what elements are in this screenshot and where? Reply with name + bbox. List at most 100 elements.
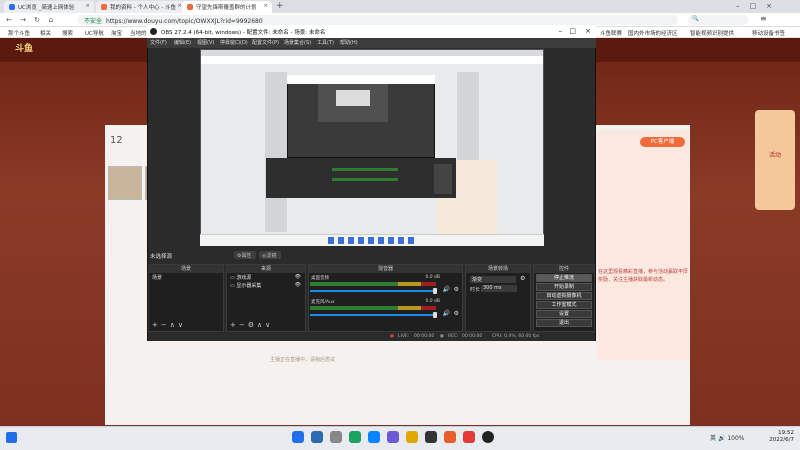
reload-icon[interactable]: ↻	[32, 15, 42, 25]
minimize-icon[interactable]: –	[559, 27, 563, 35]
duration-input[interactable]: 300 ms	[481, 285, 517, 292]
captured-taskbar	[200, 234, 544, 246]
bookmark-item[interactable]: 相关	[40, 29, 51, 37]
menu-view[interactable]: 视图(V)	[197, 39, 214, 46]
maximize-icon[interactable]: □	[569, 27, 576, 35]
pc-client-button[interactable]: PC客户端	[640, 137, 685, 147]
url-input[interactable]: 不安全 https://www.douyu.com/topic/OWXXJL?ri…	[78, 15, 678, 25]
captured-obs-titlebar	[287, 75, 435, 84]
language-indicator[interactable]: 英	[710, 435, 716, 442]
bookmark-item[interactable]: 当地的	[130, 29, 147, 37]
site-logo[interactable]: 斗鱼	[15, 41, 135, 61]
exit-button[interactable]: 退出	[536, 319, 592, 327]
steam-app-icon[interactable]	[425, 431, 437, 443]
mixer-track-name: 桌面音频	[311, 276, 329, 281]
browser-app-icon[interactable]	[368, 431, 380, 443]
page-footnote: 主播正在直播中，请稍后尝试	[270, 357, 336, 363]
browser-tab[interactable]: 我的资料 - 个人中心 - 斗鱼 ×	[96, 1, 186, 13]
volume-slider[interactable]	[310, 290, 436, 292]
gear-icon[interactable]: ⚙	[454, 286, 459, 293]
search-box[interactable]: 🔍	[688, 15, 748, 25]
back-arrow-icon[interactable]: ←	[4, 15, 14, 25]
bookmark-item[interactable]: 移动设备书签	[752, 29, 785, 37]
menu-edit[interactable]: 编辑(E)	[174, 39, 191, 46]
menu-scene-collection[interactable]: 场景集合(S)	[284, 39, 311, 46]
volume-icon[interactable]: 🔊	[718, 435, 725, 442]
menu-help[interactable]: 帮助(H)	[340, 39, 358, 46]
visibility-icon[interactable]: 👁	[295, 274, 301, 280]
counter-value: 12	[110, 135, 123, 146]
tab-close-icon[interactable]: ×	[263, 3, 268, 9]
bookmark-item[interactable]: 淘宝	[111, 29, 122, 37]
captured-nested-preview	[318, 84, 388, 122]
start-recording-button[interactable]: 开始录制	[536, 283, 592, 291]
thumbnail-image[interactable]	[108, 166, 142, 200]
tab-close-icon[interactable]: ×	[85, 3, 90, 9]
transition-select[interactable]: 渐变	[470, 276, 516, 283]
gear-icon[interactable]: ⚙	[454, 310, 459, 317]
bookmark-item[interactable]: 斗鱼联赛	[600, 29, 622, 37]
menu-icon[interactable]: ≡	[760, 14, 767, 23]
new-tab-button[interactable]: +	[276, 1, 284, 11]
studio-mode-button[interactable]: 工作室模式	[536, 301, 592, 309]
browser-tab[interactable]: UC浏览 _简速上网体验 ×	[4, 1, 94, 13]
promo-banner[interactable]: 活动	[755, 110, 795, 210]
volume-slider[interactable]	[310, 314, 436, 316]
virtual-camera-button[interactable]: 启动虚拟摄像机	[536, 292, 592, 300]
edge-browser-icon[interactable]	[349, 431, 361, 443]
game-app-icon[interactable]	[463, 431, 475, 443]
home-icon[interactable]: ⌂	[46, 15, 56, 25]
task-view-icon[interactable]	[330, 431, 342, 443]
speaker-icon[interactable]: 🔊	[443, 286, 450, 293]
properties-button[interactable]: ⚙属性	[234, 251, 256, 259]
url-text: https://www.douyu.com/topic/OWXXJL?rid=9…	[106, 18, 263, 25]
scene-item[interactable]: 场景	[149, 273, 223, 281]
bookmark-item[interactable]: 那个斗鱼	[8, 29, 30, 37]
file-explorer-icon[interactable]	[406, 431, 418, 443]
scene-toolbar[interactable]: +−∧∨	[152, 321, 186, 329]
start-menu-icon[interactable]	[292, 431, 304, 443]
browser-tab-active[interactable]: 守望先锋斯覆盖群的计划 ×	[182, 1, 272, 13]
mixer-track-db: 0.0 dB	[425, 299, 440, 304]
menu-docks[interactable]: 停靠窗口(D)	[220, 39, 248, 46]
address-bar-row: ← → ↻ ⌂ 不安全 https://www.douyu.com/topic/O…	[0, 13, 800, 27]
system-tray[interactable]: 英 🔊 100%	[710, 433, 745, 442]
bookmark-item[interactable]: UC导航	[85, 29, 104, 37]
volume-slider-knob[interactable]	[433, 312, 437, 318]
bookmark-item[interactable]: 智能视频识别提供	[690, 29, 734, 37]
captured-address-bar	[201, 56, 543, 64]
volume-slider-knob[interactable]	[433, 288, 437, 294]
window-controls[interactable]: –□×	[736, 2, 782, 10]
uc-browser-icon[interactable]	[444, 431, 456, 443]
captured-meter	[332, 178, 398, 181]
sidebar-description: 在这里观看精彩直播，参与活动赢取丰厚奖励，关注主播获取最新动态。	[598, 269, 689, 283]
obs-app-icon[interactable]	[482, 431, 494, 443]
bookmark-item[interactable]: 国内外市场的经济区	[628, 29, 678, 37]
controls-dock: 控件 停止推流 开始录制 启动虚拟摄像机 工作室模式 设置 退出	[533, 264, 595, 332]
filters-button[interactable]: ◎滤镜	[259, 251, 281, 259]
menu-file[interactable]: 文件(F)	[150, 39, 167, 46]
right-sidebar	[597, 130, 689, 360]
store-app-icon[interactable]	[387, 431, 399, 443]
stop-streaming-button[interactable]: 停止推流	[536, 274, 592, 282]
menu-profile[interactable]: 配置文件(P)	[252, 39, 279, 46]
forward-arrow-icon[interactable]: →	[18, 15, 28, 25]
mixer-track-db: 0.0 dB	[425, 275, 440, 280]
visibility-icon[interactable]: 👁	[295, 282, 301, 288]
clock-time: 19:52	[778, 430, 794, 436]
search-icon[interactable]	[311, 431, 323, 443]
clock-date: 2022/6/7	[769, 437, 794, 443]
volume-meter	[310, 306, 436, 310]
bookmark-item[interactable]: 搜索	[62, 29, 73, 37]
source-item[interactable]: ▭ 游戏源 👁	[227, 273, 305, 281]
widgets-icon[interactable]	[6, 432, 17, 443]
close-icon[interactable]: ×	[585, 27, 591, 35]
menu-tools[interactable]: 工具(T)	[317, 39, 334, 46]
settings-button[interactable]: 设置	[536, 310, 592, 318]
source-toolbar[interactable]: +−⚙∧∨	[230, 321, 273, 329]
taskbar-clock[interactable]: 19:52 2022/6/7	[758, 430, 794, 444]
gear-icon[interactable]: ⚙	[520, 275, 525, 282]
rec-time: 00:00:00	[462, 334, 483, 339]
speaker-icon[interactable]: 🔊	[443, 310, 450, 317]
source-item[interactable]: ▭ 显示器采集 👁	[227, 281, 305, 289]
